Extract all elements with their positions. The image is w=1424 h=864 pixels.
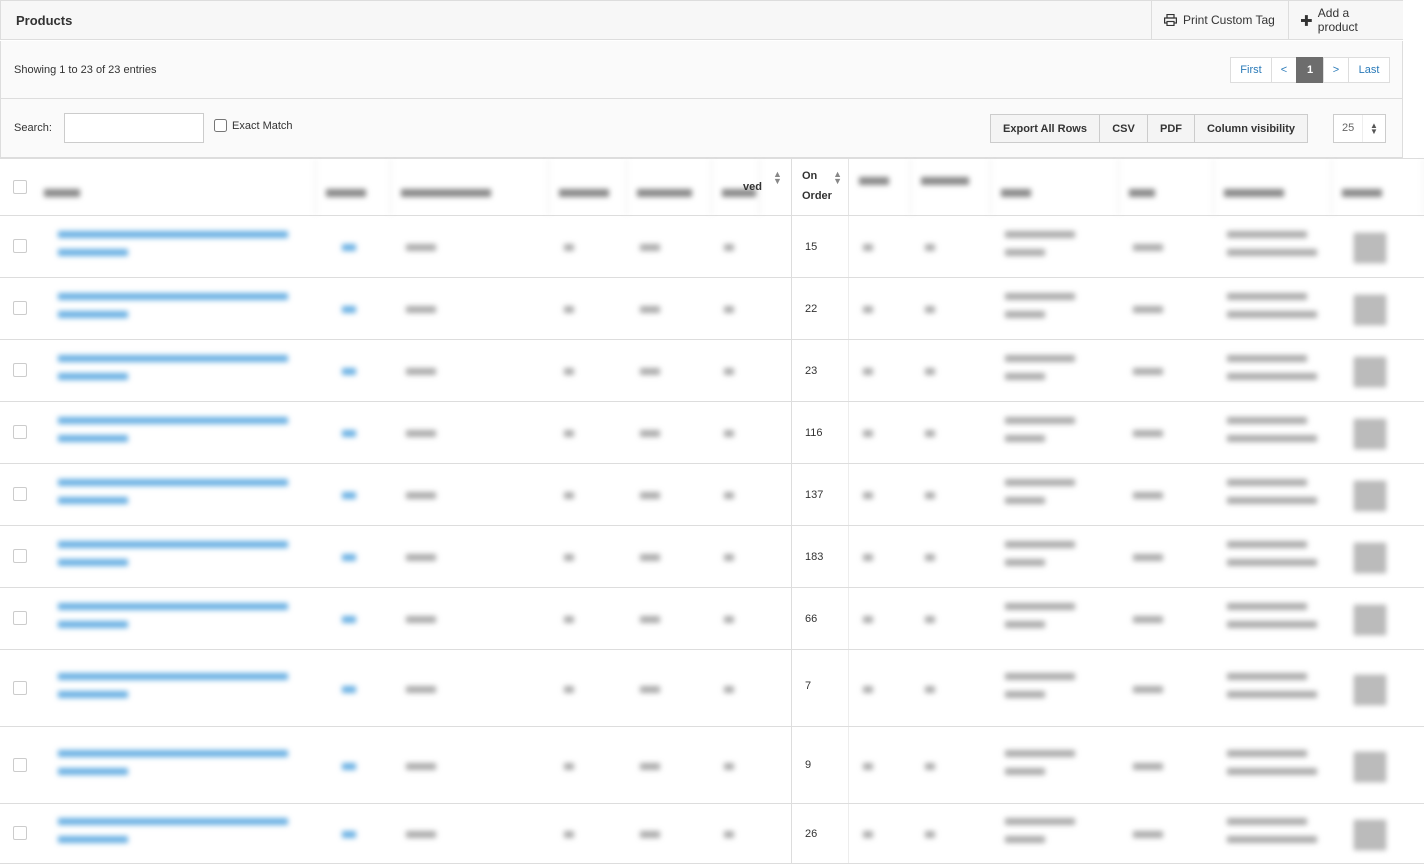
product-thumbnail[interactable] bbox=[1354, 674, 1386, 705]
blurred-cells-right bbox=[849, 340, 1424, 401]
product-thumbnail[interactable] bbox=[1354, 419, 1386, 449]
csv-button[interactable]: CSV bbox=[1099, 114, 1148, 143]
export-all-rows-button[interactable]: Export All Rows bbox=[990, 114, 1100, 143]
search-label: Search: bbox=[14, 122, 52, 134]
blurred-cells-right bbox=[849, 464, 1424, 525]
exact-match-toggle[interactable]: Exact Match bbox=[214, 119, 293, 132]
exact-match-checkbox[interactable] bbox=[214, 119, 227, 132]
page-last-button[interactable]: Last bbox=[1348, 57, 1390, 83]
plus-icon bbox=[1301, 14, 1312, 26]
table-toolbar: Search: Exact Match Export All Rows CSV … bbox=[0, 99, 1403, 158]
page-length-value: 25 bbox=[1342, 122, 1355, 134]
table-row[interactable]: 7 bbox=[0, 650, 1424, 727]
exact-match-label: Exact Match bbox=[232, 119, 293, 132]
blurred-header-columns-right bbox=[849, 159, 1424, 215]
product-thumbnail[interactable] bbox=[1354, 233, 1386, 263]
row-checkbox[interactable] bbox=[13, 549, 27, 563]
print-custom-tag-label: Print Custom Tag bbox=[1183, 13, 1275, 27]
blurred-cells-right bbox=[849, 216, 1424, 277]
row-checkbox[interactable] bbox=[13, 680, 27, 695]
on-order-cell: 116 bbox=[791, 402, 849, 463]
product-thumbnail[interactable] bbox=[1354, 357, 1386, 387]
blurred-cells bbox=[34, 588, 760, 649]
table-row[interactable]: 116 bbox=[0, 402, 1424, 464]
blurred-cells-right bbox=[849, 526, 1424, 587]
blurred-cells bbox=[34, 804, 760, 863]
search-input[interactable] bbox=[64, 113, 204, 143]
blurred-header-columns bbox=[34, 159, 760, 215]
row-checkbox[interactable] bbox=[13, 611, 27, 625]
table-row[interactable]: 22 bbox=[0, 278, 1424, 340]
product-thumbnail[interactable] bbox=[1354, 543, 1386, 573]
printer-icon bbox=[1164, 14, 1177, 26]
select-arrows-icon: ▲ ▼ bbox=[1362, 115, 1385, 142]
sort-icon: ▲ ▼ bbox=[833, 169, 842, 186]
export-buttons: Export All Rows CSV PDF Column visibilit… bbox=[990, 114, 1308, 143]
on-order-header[interactable]: On Order ▲ ▼ bbox=[791, 159, 849, 215]
blurred-cells-right bbox=[849, 588, 1424, 649]
table-row[interactable]: 9 bbox=[0, 727, 1424, 804]
row-checkbox[interactable] bbox=[13, 425, 27, 439]
blurred-cells bbox=[34, 727, 760, 803]
blurred-cells bbox=[34, 464, 760, 525]
on-order-cell: 9 bbox=[791, 727, 849, 803]
blurred-cells bbox=[34, 216, 760, 277]
table-row[interactable]: 137 bbox=[0, 464, 1424, 526]
add-product-label: Add a product bbox=[1317, 6, 1358, 34]
page-current-button[interactable]: 1 bbox=[1296, 57, 1324, 83]
table-row[interactable]: 26 bbox=[0, 804, 1424, 864]
table-row[interactable]: 15 bbox=[0, 216, 1424, 278]
on-order-header-line2: Order bbox=[802, 190, 832, 202]
entries-info: Showing 1 to 23 of 23 entries bbox=[14, 64, 157, 76]
blurred-cells bbox=[34, 650, 760, 726]
blurred-cells-right bbox=[849, 402, 1424, 463]
page-prev-button[interactable]: < bbox=[1271, 57, 1297, 83]
blurred-cells bbox=[34, 278, 760, 339]
on-order-cell: 23 bbox=[791, 340, 849, 401]
on-order-cell: 66 bbox=[791, 588, 849, 649]
column-visibility-button[interactable]: Column visibility bbox=[1194, 114, 1308, 143]
product-thumbnail[interactable] bbox=[1354, 820, 1386, 850]
pagination: First < 1 > Last bbox=[1230, 57, 1390, 83]
page-first-button[interactable]: First bbox=[1230, 57, 1272, 83]
product-thumbnail[interactable] bbox=[1354, 605, 1386, 635]
blurred-cells-right bbox=[849, 650, 1424, 726]
on-order-cell: 137 bbox=[791, 464, 849, 525]
blurred-cells-right bbox=[849, 804, 1424, 863]
info-bar: Showing 1 to 23 of 23 entries First < 1 … bbox=[0, 41, 1403, 99]
blurred-cells bbox=[34, 340, 760, 401]
blurred-cells-right bbox=[849, 278, 1424, 339]
product-thumbnail[interactable] bbox=[1354, 481, 1386, 511]
on-order-cell: 26 bbox=[791, 804, 849, 863]
blurred-cells bbox=[34, 526, 760, 587]
row-checkbox[interactable] bbox=[13, 301, 27, 315]
row-checkbox[interactable] bbox=[13, 826, 27, 840]
page-next-button[interactable]: > bbox=[1323, 57, 1349, 83]
sort-icon: ▲ ▼ bbox=[773, 169, 782, 186]
add-product-button[interactable]: Add a product bbox=[1288, 1, 1403, 39]
on-order-cell: 22 bbox=[791, 278, 849, 339]
page-title: Products bbox=[16, 13, 73, 28]
pdf-button[interactable]: PDF bbox=[1147, 114, 1195, 143]
blurred-cells bbox=[34, 402, 760, 463]
row-checkbox[interactable] bbox=[13, 239, 27, 253]
panel-header: Products Print Custom Tag Add a product bbox=[0, 0, 1403, 40]
table-row[interactable]: 23 bbox=[0, 340, 1424, 402]
product-thumbnail[interactable] bbox=[1354, 751, 1386, 782]
table-row[interactable]: 66 bbox=[0, 588, 1424, 650]
table-header: ved ▲ ▼ On Order ▲ ▼ bbox=[0, 158, 1424, 216]
blurred-cells-right bbox=[849, 727, 1424, 803]
product-thumbnail[interactable] bbox=[1354, 295, 1386, 325]
row-checkbox[interactable] bbox=[13, 487, 27, 501]
page-length-select[interactable]: 25 ▲ ▼ bbox=[1333, 114, 1386, 143]
row-checkbox[interactable] bbox=[13, 757, 27, 772]
print-custom-tag-button[interactable]: Print Custom Tag bbox=[1151, 1, 1288, 39]
on-order-cell: 15 bbox=[791, 216, 849, 277]
select-all-checkbox[interactable] bbox=[13, 180, 27, 194]
on-order-cell: 7 bbox=[791, 650, 849, 726]
partial-header-fragment: ved bbox=[743, 181, 762, 193]
row-checkbox[interactable] bbox=[13, 363, 27, 377]
table-row[interactable]: 183 bbox=[0, 526, 1424, 588]
on-order-cell: 183 bbox=[791, 526, 849, 587]
